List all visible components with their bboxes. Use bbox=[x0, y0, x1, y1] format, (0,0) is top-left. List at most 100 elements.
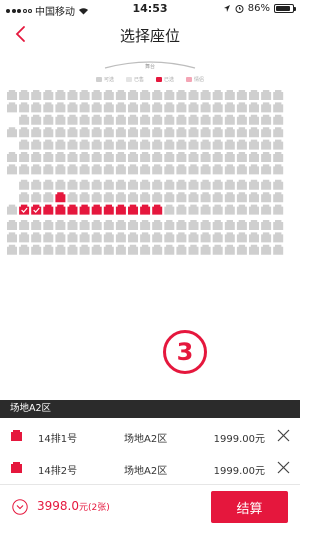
seat-available[interactable] bbox=[176, 220, 187, 230]
seat-available[interactable] bbox=[31, 152, 42, 162]
seat-available[interactable] bbox=[7, 102, 17, 113]
seat-available[interactable] bbox=[188, 90, 199, 100]
seat-available[interactable] bbox=[103, 179, 114, 190]
seat-available[interactable] bbox=[43, 244, 54, 255]
seat-available[interactable] bbox=[164, 114, 175, 125]
seat-available[interactable] bbox=[31, 139, 42, 150]
seat-available[interactable] bbox=[188, 164, 199, 175]
seat-available[interactable] bbox=[224, 90, 235, 100]
seat-available[interactable] bbox=[164, 220, 175, 230]
seat-available[interactable] bbox=[128, 90, 138, 100]
seat-available[interactable] bbox=[164, 244, 175, 255]
seat-available[interactable] bbox=[164, 232, 175, 243]
seat-available[interactable] bbox=[188, 127, 199, 138]
seat-available[interactable] bbox=[261, 232, 272, 243]
seat-available[interactable] bbox=[115, 192, 126, 203]
seat-available[interactable] bbox=[212, 127, 223, 138]
seat-available[interactable] bbox=[103, 139, 114, 150]
seat-available[interactable] bbox=[224, 114, 235, 125]
seat-available[interactable] bbox=[128, 164, 138, 175]
seat-available[interactable] bbox=[176, 179, 187, 190]
seat-selected[interactable] bbox=[55, 204, 66, 215]
seat-available[interactable] bbox=[67, 139, 78, 150]
seat-selected[interactable] bbox=[55, 192, 66, 203]
seat-available[interactable] bbox=[200, 127, 211, 138]
seat-available[interactable] bbox=[261, 179, 272, 190]
seat-available[interactable] bbox=[273, 192, 284, 203]
seat-available[interactable] bbox=[188, 204, 199, 215]
seat-available[interactable] bbox=[188, 220, 199, 230]
seat-available[interactable] bbox=[236, 139, 247, 150]
seat-available[interactable] bbox=[164, 179, 175, 190]
seat-available[interactable] bbox=[43, 232, 54, 243]
seat-available[interactable] bbox=[261, 139, 272, 150]
seat-available[interactable] bbox=[188, 102, 199, 113]
seat-available[interactable] bbox=[128, 139, 138, 150]
seat-available[interactable] bbox=[249, 102, 259, 113]
seat-available[interactable] bbox=[176, 90, 187, 100]
seat-available[interactable] bbox=[43, 102, 54, 113]
seat-available[interactable] bbox=[79, 192, 90, 203]
seat-available[interactable] bbox=[261, 127, 272, 138]
seat-available[interactable] bbox=[200, 152, 211, 162]
seat-available[interactable] bbox=[152, 152, 163, 162]
seat-available[interactable] bbox=[200, 164, 211, 175]
seat-available[interactable] bbox=[103, 90, 114, 100]
seat-available[interactable] bbox=[7, 90, 17, 100]
seat-available[interactable] bbox=[164, 152, 175, 162]
seat-available[interactable] bbox=[236, 102, 247, 113]
seat-available[interactable] bbox=[115, 152, 126, 162]
seat-available[interactable] bbox=[7, 204, 17, 215]
seat-available[interactable] bbox=[212, 102, 223, 113]
seat-available[interactable] bbox=[79, 139, 90, 150]
seat-available[interactable] bbox=[43, 152, 54, 162]
seat-available[interactable] bbox=[188, 232, 199, 243]
seat-available[interactable] bbox=[188, 114, 199, 125]
seat-available[interactable] bbox=[7, 164, 17, 175]
seat-available[interactable] bbox=[212, 204, 223, 215]
seat-available[interactable] bbox=[55, 114, 66, 125]
seat-available[interactable] bbox=[103, 244, 114, 255]
seat-available[interactable] bbox=[236, 220, 247, 230]
seat-available[interactable] bbox=[273, 139, 284, 150]
seat-available[interactable] bbox=[19, 152, 30, 162]
seat-available[interactable] bbox=[200, 192, 211, 203]
seat-available[interactable] bbox=[261, 102, 272, 113]
seat-available[interactable] bbox=[55, 102, 66, 113]
seat-available[interactable] bbox=[31, 179, 42, 190]
seat-available[interactable] bbox=[224, 220, 235, 230]
seat-available[interactable] bbox=[212, 232, 223, 243]
seat-available[interactable] bbox=[91, 152, 102, 162]
seat-available[interactable] bbox=[236, 90, 247, 100]
seat-available[interactable] bbox=[249, 244, 259, 255]
seat-available[interactable] bbox=[31, 127, 42, 138]
seat-available[interactable] bbox=[19, 220, 30, 230]
seat-available[interactable] bbox=[91, 127, 102, 138]
seat-selected[interactable] bbox=[140, 204, 151, 215]
seat-available[interactable] bbox=[7, 220, 17, 230]
seat-available[interactable] bbox=[128, 244, 138, 255]
seat-available[interactable] bbox=[188, 179, 199, 190]
seat-available[interactable] bbox=[188, 139, 199, 150]
seat-available[interactable] bbox=[79, 102, 90, 113]
seat-available[interactable] bbox=[236, 152, 247, 162]
seat-available[interactable] bbox=[176, 139, 187, 150]
seat-available[interactable] bbox=[19, 192, 30, 203]
seat-available[interactable] bbox=[67, 152, 78, 162]
seat-available[interactable] bbox=[79, 164, 90, 175]
seat-available[interactable] bbox=[236, 179, 247, 190]
seat-available[interactable] bbox=[91, 114, 102, 125]
seat-available[interactable] bbox=[200, 179, 211, 190]
seat-available[interactable] bbox=[31, 192, 42, 203]
seat-available[interactable] bbox=[152, 114, 163, 125]
seat-available[interactable] bbox=[91, 220, 102, 230]
seat-available[interactable] bbox=[273, 164, 284, 175]
seat-available[interactable] bbox=[261, 244, 272, 255]
seat-available[interactable] bbox=[164, 204, 175, 215]
seat-available[interactable] bbox=[91, 244, 102, 255]
seat-available[interactable] bbox=[43, 220, 54, 230]
seat-available[interactable] bbox=[91, 179, 102, 190]
seat-available[interactable] bbox=[261, 152, 272, 162]
seat-available[interactable] bbox=[31, 220, 42, 230]
seat-available[interactable] bbox=[164, 192, 175, 203]
